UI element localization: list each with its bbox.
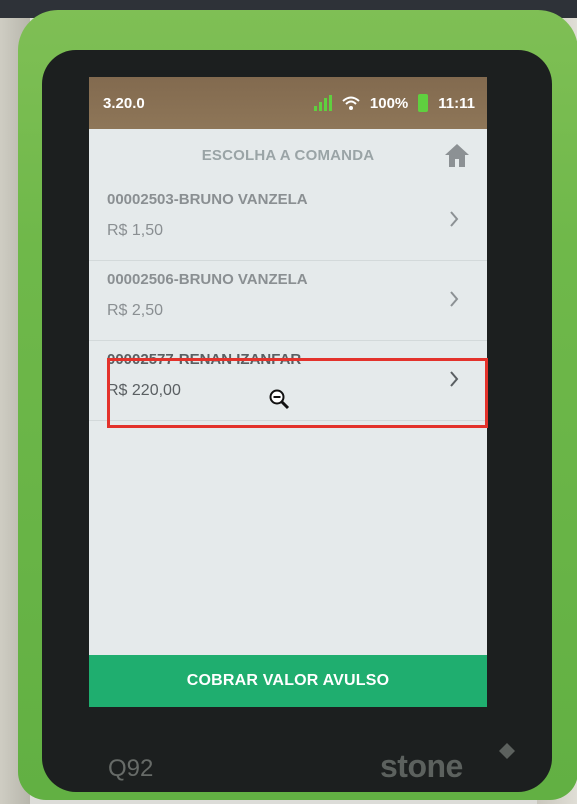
selection-highlight (107, 358, 488, 428)
wifi-icon (342, 96, 360, 110)
brand-mark-icon (499, 743, 515, 759)
app-version: 3.20.0 (103, 94, 145, 112)
order-amount: R$ 1,50 (107, 222, 164, 239)
order-title: 00002503-BRUNO VANZELA (107, 191, 308, 208)
device-model-label: Q92 (108, 755, 154, 782)
charge-amount-button[interactable]: COBRAR VALOR AVULSO (89, 655, 487, 707)
chevron-right-icon (450, 291, 459, 307)
chevron-right-icon (450, 211, 459, 227)
signal-icon (313, 95, 332, 111)
order-title: 00002506-BRUNO VANZELA (107, 271, 308, 288)
status-indicators: 100% 11:11 (313, 94, 475, 112)
battery-icon (418, 94, 429, 112)
page-title: ESCOLHA A COMANDA (201, 146, 375, 164)
charge-amount-label: COBRAR VALOR AVULSO (186, 672, 390, 689)
clock: 11:11 (438, 94, 475, 112)
battery-percent: 100% (369, 94, 409, 112)
brand-logo: stone (380, 748, 463, 784)
order-list-item[interactable]: 00002506-BRUNO VANZELA R$ 2,50 (89, 261, 487, 341)
zoom-out-cursor-icon (269, 389, 290, 410)
status-bar: 3.20.0 100% 11:11 (89, 77, 487, 129)
screen-header: ESCOLHA A COMANDA (89, 129, 487, 181)
order-amount: R$ 2,50 (107, 302, 164, 319)
home-icon[interactable] (443, 141, 471, 169)
order-list-item[interactable]: 00002503-BRUNO VANZELA R$ 1,50 (89, 181, 487, 261)
